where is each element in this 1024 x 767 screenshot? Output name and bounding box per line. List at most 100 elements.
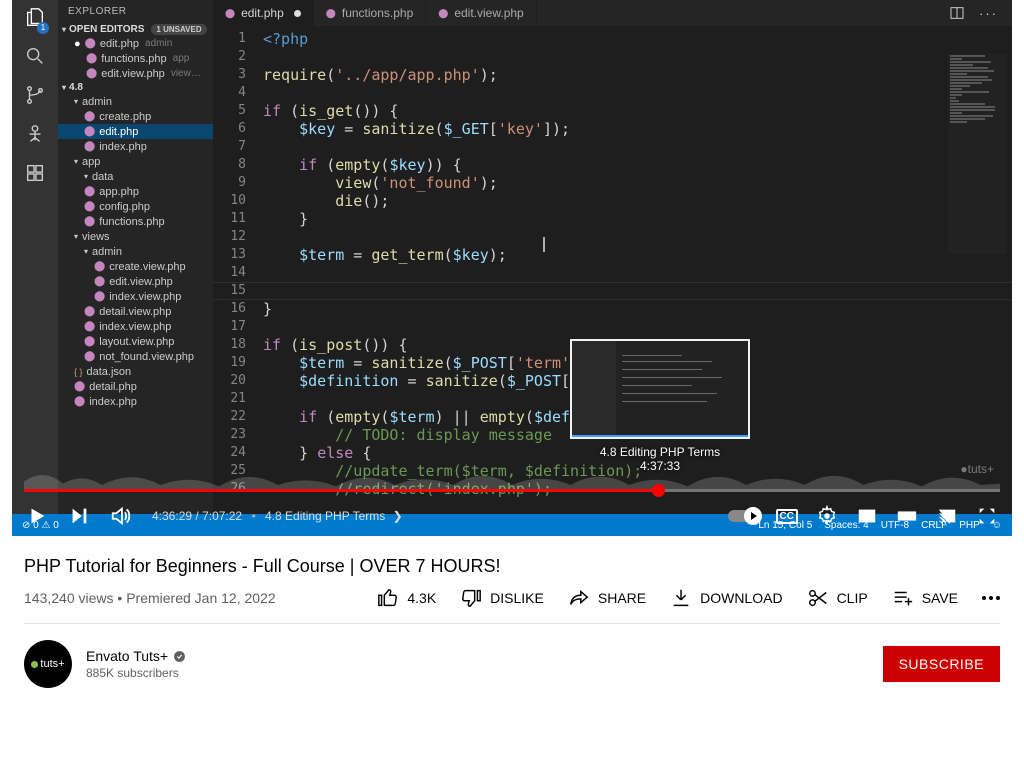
tree-file[interactable]: ⬤detail.php <box>58 379 213 394</box>
open-editor-item[interactable]: ●⬤edit.phpadmin <box>58 36 213 51</box>
tree-file[interactable]: ⬤not_found.view.php <box>58 349 213 364</box>
view-count: 143,240 views <box>24 590 114 606</box>
editor-tab[interactable]: ⬤edit.php <box>213 0 314 26</box>
download-icon <box>670 587 692 609</box>
tree-file[interactable]: ⬤create.view.php <box>58 259 213 274</box>
open-editor-item[interactable]: ⬤edit.view.phpview… <box>58 66 213 81</box>
elapsed-time: 4:36:29 <box>152 509 192 523</box>
tree-file[interactable]: ⬤index.php <box>58 139 213 154</box>
tree-file[interactable]: ⬤edit.view.php <box>58 274 213 289</box>
vscode-explorer: EXPLORER ▾ OPEN EDITORS 1 UNSAVED ●⬤edit… <box>58 0 213 536</box>
open-editor-item[interactable]: ⬤functions.phpapp <box>58 51 213 66</box>
video-player[interactable]: 1 EXPLORER ▾ OPEN EDITORS 1 UNSAVED ●⬤ed… <box>12 0 1012 536</box>
open-editors-section[interactable]: ▾ OPEN EDITORS 1 UNSAVED <box>58 23 213 36</box>
more-icon <box>982 596 1000 600</box>
channel-name[interactable]: Envato Tuts+ <box>86 648 186 664</box>
thumbs-down-icon <box>460 587 482 609</box>
action-bar: 4.3K DISLIKE SHARE DOWNLOAD CLIP SAVE <box>377 587 1000 609</box>
progress-bar[interactable] <box>24 489 1000 492</box>
tree-file[interactable]: ⬤index.php <box>58 394 213 409</box>
seek-preview-thumbnail: 4.8 Editing PHP Terms 4:37:33 <box>570 339 750 473</box>
tree-file[interactable]: ⬤functions.php <box>58 214 213 229</box>
tree-file[interactable]: ⬤edit.php <box>58 124 213 139</box>
vscode-activity-bar: 1 <box>12 0 58 536</box>
fullscreen-icon[interactable] <box>976 505 998 527</box>
scissors-icon <box>807 587 829 609</box>
editor-tab[interactable]: ⬤edit.view.php <box>426 0 536 26</box>
tree-file[interactable]: ⬤index.view.php <box>58 289 213 304</box>
like-button[interactable]: 4.3K <box>377 587 436 609</box>
theater-icon[interactable] <box>896 505 918 527</box>
open-editors-label: OPEN EDITORS <box>69 24 144 35</box>
chevron-right-icon[interactable]: ❯ <box>393 509 403 523</box>
share-button[interactable]: SHARE <box>568 587 646 609</box>
tree-folder[interactable]: ▾data <box>58 169 213 184</box>
like-count: 4.3K <box>407 590 436 606</box>
channel-name-text: Envato Tuts+ <box>86 648 168 664</box>
clip-label: CLIP <box>837 590 868 606</box>
tree-file[interactable]: ⬤app.php <box>58 184 213 199</box>
captions-icon[interactable]: CC <box>776 509 798 524</box>
next-icon[interactable] <box>68 505 90 527</box>
share-label: SHARE <box>598 590 646 606</box>
channel-row: tuts+ Envato Tuts+ 885K subscribers SUBS… <box>24 640 1000 688</box>
more-icon[interactable]: ··· <box>979 6 998 21</box>
thumbnail-image <box>570 339 750 439</box>
player-controls: 4:36:29 / 7:07:22 • 4.8 Editing PHP Term… <box>12 496 1012 536</box>
dislike-button[interactable]: DISLIKE <box>460 587 544 609</box>
time-display: 4:36:29 / 7:07:22 • 4.8 Editing PHP Term… <box>152 509 403 523</box>
heatmap <box>24 464 1000 492</box>
duration-time: 7:07:22 <box>202 509 242 523</box>
thumb-chapter: 4.8 Editing PHP Terms <box>570 445 750 459</box>
minimap[interactable] <box>948 54 1006 254</box>
tree-file[interactable]: { }data.json <box>58 364 213 379</box>
search-icon <box>24 45 46 67</box>
avatar-text: tuts+ <box>40 658 64 670</box>
line-gutter: 1234567891011121314151617181920212223242… <box>213 30 258 498</box>
debug-icon <box>24 123 46 145</box>
autoplay-toggle[interactable] <box>728 510 758 522</box>
settings-icon[interactable] <box>816 505 838 527</box>
split-editor-icon[interactable] <box>949 5 965 21</box>
tree-file[interactable]: ⬤create.php <box>58 109 213 124</box>
explorer-title: EXPLORER <box>58 0 213 23</box>
download-button[interactable]: DOWNLOAD <box>670 587 782 609</box>
save-button[interactable]: SAVE <box>892 587 958 609</box>
tree-folder[interactable]: ▾admin <box>58 244 213 259</box>
tree-file[interactable]: ⬤detail.view.php <box>58 304 213 319</box>
badge-icon: 1 <box>37 22 49 34</box>
editor-tab[interactable]: ⬤functions.php <box>314 0 426 26</box>
chevron-down-icon: ▾ <box>62 25 66 34</box>
video-meta-row: 143,240 views • Premiered Jan 12, 2022 4… <box>24 587 1000 624</box>
channel-avatar[interactable]: tuts+ <box>24 640 72 688</box>
dislike-label: DISLIKE <box>490 590 544 606</box>
video-title: PHP Tutorial for Beginners - Full Course… <box>24 556 1000 577</box>
clip-button[interactable]: CLIP <box>807 587 868 609</box>
tree-file[interactable]: ⬤layout.view.php <box>58 334 213 349</box>
unsaved-pill: 1 UNSAVED <box>151 24 206 35</box>
cast-icon[interactable] <box>936 505 958 527</box>
volume-icon[interactable] <box>110 505 132 527</box>
editor-tabs: ⬤edit.php⬤functions.php⬤edit.view.php ··… <box>213 0 1012 26</box>
tree-file[interactable]: ⬤index.view.php <box>58 319 213 334</box>
publish-date: Premiered Jan 12, 2022 <box>126 590 275 606</box>
miniplayer-icon[interactable] <box>856 505 878 527</box>
tree-folder[interactable]: ▾admin <box>58 94 213 109</box>
subscriber-count: 885K subscribers <box>86 666 186 680</box>
chapter-name[interactable]: 4.8 Editing PHP Terms <box>265 509 385 523</box>
tree-folder[interactable]: ▾app <box>58 154 213 169</box>
subscribe-button[interactable]: SUBSCRIBE <box>883 646 1000 682</box>
verified-icon <box>173 650 186 663</box>
play-icon[interactable] <box>26 505 48 527</box>
save-label: SAVE <box>922 590 958 606</box>
extensions-icon <box>24 162 46 184</box>
video-info-section: PHP Tutorial for Beginners - Full Course… <box>0 536 1024 712</box>
text-caret <box>543 237 545 252</box>
playlist-add-icon <box>892 587 914 609</box>
folder-root-section[interactable]: ▾ 4.8 <box>58 81 213 94</box>
chevron-down-icon: ▾ <box>62 83 66 92</box>
tree-folder[interactable]: ▾views <box>58 229 213 244</box>
tree-file[interactable]: ⬤config.php <box>58 199 213 214</box>
editor-corner-icons: ··· <box>949 0 1012 26</box>
more-actions-button[interactable] <box>982 596 1000 600</box>
